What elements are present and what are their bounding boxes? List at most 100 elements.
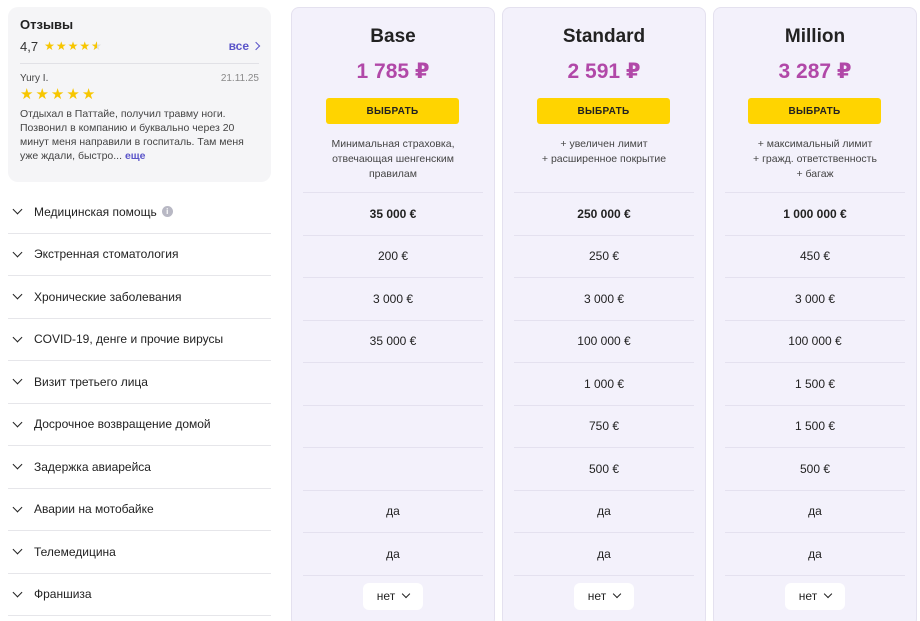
chevron-down-icon <box>823 590 833 599</box>
star-icon: ★ <box>79 39 91 53</box>
plan-cell: 1 500 € <box>725 404 905 448</box>
plan-card-base: Base 1 785 ₽ ВЫБРАТЬ Минимальная страхов… <box>291 7 495 621</box>
feature-row-third-party-visit[interactable]: Визит третьего лица <box>8 361 271 404</box>
plan-cell-franchise: нет <box>725 574 905 618</box>
feature-label: Экстренная стоматология <box>34 247 179 262</box>
plan-cell: да <box>303 532 483 575</box>
star-icon: ★ <box>35 86 49 103</box>
plan-cell: 250 € <box>514 234 694 278</box>
feature-label: Хронические заболевания <box>34 289 182 304</box>
feature-label: Досрочное возвращение домой <box>34 417 211 432</box>
franchise-value: нет <box>798 589 818 604</box>
star-icon: ★ <box>20 86 34 103</box>
feature-row-telemedicine[interactable]: Телемедицина <box>8 531 271 574</box>
select-plan-button[interactable]: ВЫБРАТЬ <box>537 98 670 124</box>
feature-label: Визит третьего лица <box>34 374 148 389</box>
plan-card-million: Million 3 287 ₽ ВЫБРАТЬ + максимальный л… <box>713 7 917 621</box>
plan-cell: 200 € <box>303 234 483 278</box>
plan-desc-line: + багаж <box>796 168 834 180</box>
plan-cell: 35 000 € <box>303 192 483 235</box>
feature-label: Медицинская помощь <box>34 204 157 219</box>
feature-row-medical[interactable]: Медицинская помощь i <box>8 191 271 234</box>
plan-cell: 100 000 € <box>514 319 694 363</box>
plan-cell: да <box>725 532 905 575</box>
plan-cell: 3 000 € <box>514 277 694 320</box>
plan-price: 3 287 ₽ <box>778 60 852 83</box>
reviews-all-link[interactable]: все <box>228 39 261 53</box>
plan-cell <box>303 362 483 405</box>
franchise-dropdown[interactable]: нет <box>363 582 423 610</box>
plan-values: 250 000 € 250 € 3 000 € 100 000 € 1 000 … <box>514 192 694 617</box>
plan-desc-line: + гражд. ответственность <box>753 153 877 165</box>
feature-row-early-return[interactable]: Досрочное возвращение домой <box>8 404 271 446</box>
reviews-score: 4,7 <box>20 38 39 54</box>
feature-row-dental[interactable]: Экстренная стоматология <box>8 234 271 276</box>
chevron-down-icon <box>12 459 23 470</box>
chevron-down-icon <box>12 204 23 215</box>
plan-cell-franchise: нет <box>514 574 694 618</box>
star-icon: ★ <box>55 39 67 53</box>
plan-cell: да <box>303 489 483 533</box>
plan-description: + увеличен лимит + расширенное покрытие <box>513 137 695 167</box>
plan-description: + максимальный лимит + гражд. ответствен… <box>724 137 906 182</box>
plan-desc-line: + максимальный лимит <box>757 138 873 150</box>
plan-price: 1 785 ₽ <box>356 60 430 83</box>
feature-label: COVID-19, денге и прочие вирусы <box>34 332 224 347</box>
reviews-card: Отзывы 4,7 ★ ★ ★ ★ ★ все Yury I. 21.11.2… <box>8 7 271 182</box>
chevron-right-icon <box>251 41 261 51</box>
plan-name: Base <box>370 26 416 47</box>
star-icon: ★ <box>50 86 65 103</box>
plan-cell: 250 000 € <box>514 192 694 235</box>
plan-cell: да <box>725 489 905 533</box>
plan-values: 35 000 € 200 € 3 000 € 35 000 € да да не… <box>303 192 483 617</box>
plan-desc-line: + расширенное покрытие <box>541 153 667 165</box>
reviews-title: Отзывы <box>20 17 74 32</box>
chevron-down-icon <box>612 590 622 599</box>
feature-label: Задержка авиарейса <box>34 459 151 474</box>
feature-label: Аварии на мотобайке <box>34 502 154 517</box>
feature-row-franchise[interactable]: Франшиза <box>8 574 271 616</box>
feature-row-chronic[interactable]: Хронические заболевания <box>8 276 271 319</box>
feature-row-flight-delay[interactable]: Задержка авиарейса <box>8 446 271 489</box>
chevron-down-icon <box>12 289 23 300</box>
plan-cell: 1 000 000 € <box>725 192 905 235</box>
select-plan-button[interactable]: ВЫБРАТЬ <box>326 98 459 124</box>
plan-desc-line: Минимальная страховка, <box>331 138 455 150</box>
rating-stars: ★ ★ ★ ★ ★ <box>44 40 102 52</box>
plan-cell: 750 € <box>514 404 694 448</box>
feature-label: Франшиза <box>34 587 92 602</box>
plan-cell-franchise: нет <box>303 574 483 618</box>
chevron-down-icon <box>12 417 23 428</box>
franchise-dropdown[interactable]: нет <box>785 582 845 610</box>
star-icon: ★ <box>66 86 80 103</box>
reviews-all-label: все <box>228 39 249 53</box>
chevron-down-icon <box>401 590 411 599</box>
star-icon: ★ <box>81 86 96 103</box>
star-icon: ★ <box>67 39 79 53</box>
plan-cell: да <box>514 532 694 575</box>
plan-cell: 1 000 € <box>514 362 694 405</box>
review-stars: ★ ★ ★ ★ ★ <box>20 87 259 102</box>
plan-cell: 500 € <box>725 447 905 490</box>
plan-cell: 100 000 € <box>725 319 905 363</box>
franchise-value: нет <box>376 589 396 604</box>
select-plan-button[interactable]: ВЫБРАТЬ <box>748 98 881 124</box>
chevron-down-icon <box>12 374 23 385</box>
info-icon[interactable]: i <box>161 206 173 218</box>
review-meta: Yury I. 21.11.25 <box>20 73 259 84</box>
plan-cell: 35 000 € <box>303 319 483 363</box>
franchise-dropdown[interactable]: нет <box>574 582 634 610</box>
review-date: 21.11.25 <box>220 73 259 84</box>
feature-row-covid[interactable]: COVID-19, денге и прочие вирусы <box>8 319 271 361</box>
plan-cell: да <box>514 489 694 533</box>
plan-desc-line: правилам <box>369 168 417 180</box>
chevron-down-icon <box>12 544 23 555</box>
feature-label: Телемедицина <box>34 544 116 559</box>
reviews-rating-row: 4,7 ★ ★ ★ ★ ★ все <box>20 38 261 54</box>
chevron-down-icon <box>12 502 23 513</box>
plan-cell: 1 500 € <box>725 362 905 405</box>
feature-row-motorbike[interactable]: Аварии на мотобайке <box>8 489 271 531</box>
review-more-link[interactable]: еще <box>125 150 146 162</box>
plan-description: Минимальная страховка, отвечающая шенген… <box>302 137 484 182</box>
review-text: Отдыхал в Паттайе, получил травму ноги. … <box>20 107 259 163</box>
